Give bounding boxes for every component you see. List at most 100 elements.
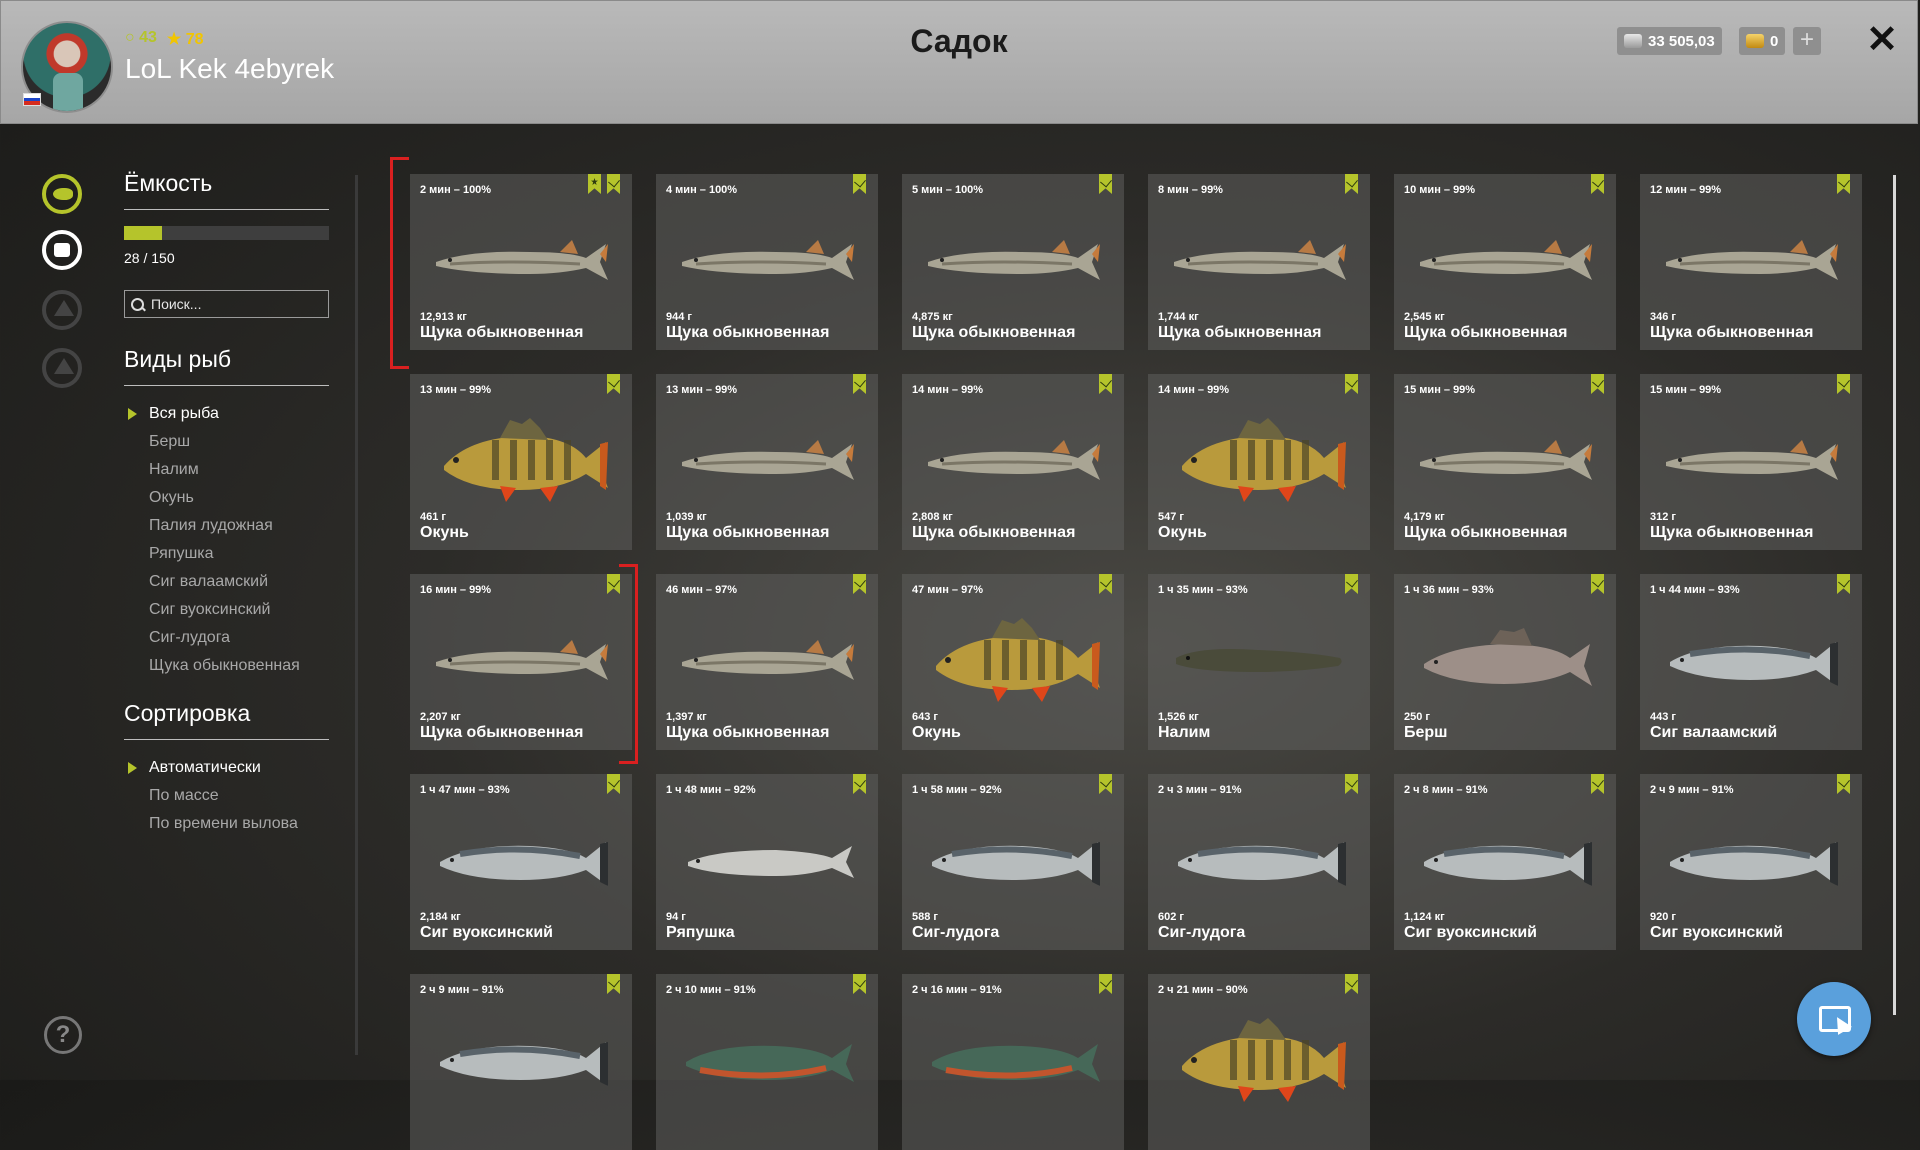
bookmark-icon[interactable] <box>853 574 866 594</box>
level-value: 43 <box>139 29 157 46</box>
fish-card[interactable]: 14 мин – 99% 547 г Окунь <box>1148 374 1370 550</box>
bookmark-icon[interactable] <box>607 774 620 794</box>
search-box[interactable] <box>124 290 329 318</box>
fish-card[interactable]: 8 мин – 99% 1,744 кг Щука обыкновенная <box>1148 174 1370 350</box>
search-input[interactable] <box>149 295 313 313</box>
fish-card[interactable]: 2 ч 9 мин – 91% 920 г Сиг вуоксинский <box>1640 774 1862 950</box>
species-item[interactable]: Берш <box>124 428 329 456</box>
sorting-item[interactable]: По массе <box>124 782 329 810</box>
fish-card[interactable]: 12 мин – 99% 346 г Щука обыкновенная <box>1640 174 1862 350</box>
star-icon[interactable] <box>588 174 601 194</box>
species-item[interactable]: Сиг валаамский <box>124 568 329 596</box>
fish-card[interactable]: 2 ч 21 мин – 90% <box>1148 974 1370 1150</box>
fish-weight: 94 г <box>666 911 686 923</box>
bookmark-icon[interactable] <box>1345 774 1358 794</box>
species-item[interactable]: Палия лудожная <box>124 512 329 540</box>
fish-card[interactable]: 1 ч 44 мин – 93% 443 г Сиг валаамский <box>1640 574 1862 750</box>
bookmark-icon[interactable] <box>1345 574 1358 594</box>
species-item[interactable]: Сиг-лудога <box>124 624 329 652</box>
catch-time: 2 ч 8 мин – 91% <box>1404 784 1488 796</box>
fish-card[interactable]: 5 мин – 100% 4,875 кг Щука обыкновенная <box>902 174 1124 350</box>
bookmark-icon[interactable] <box>1345 174 1358 194</box>
fish-card[interactable]: 47 мин – 97% 643 г Окунь <box>902 574 1124 750</box>
species-item[interactable]: Налим <box>124 456 329 484</box>
bookmark-icon[interactable] <box>1345 974 1358 994</box>
fish-card[interactable]: 14 мин – 99% 2,808 кг Щука обыкновенная <box>902 374 1124 550</box>
bookmark-icon[interactable] <box>853 374 866 394</box>
bookmark-icon[interactable] <box>1837 774 1850 794</box>
fish-name: Окунь <box>912 724 961 741</box>
bookmark-icon[interactable] <box>1345 374 1358 394</box>
fish-icon[interactable] <box>42 174 82 214</box>
fish-card[interactable]: 16 мин – 99% 2,207 кг Щука обыкновенная <box>410 574 632 750</box>
catch-time: 2 ч 9 мин – 91% <box>1650 784 1734 796</box>
fish-card[interactable]: 46 мин – 97% 1,397 кг Щука обыкновенная <box>656 574 878 750</box>
bookmark-icon[interactable] <box>1099 774 1112 794</box>
species-item[interactable]: Щука обыкновенная <box>124 652 329 680</box>
silver-value: 33 505,03 <box>1648 32 1715 50</box>
fish-card[interactable]: 10 мин – 99% 2,545 кг Щука обыкновенная <box>1394 174 1616 350</box>
fish-card[interactable]: 2 ч 10 мин – 91% <box>656 974 878 1150</box>
fish-card[interactable]: 15 мин – 99% 312 г Щука обыкновенная <box>1640 374 1862 550</box>
fish-card[interactable]: 2 мин – 100% 12,913 кг Щука обыкновенная <box>410 174 632 350</box>
tent-icon[interactable] <box>42 290 82 330</box>
catch-time: 12 мин – 99% <box>1650 184 1722 196</box>
fish-weight: 2,545 кг <box>1404 311 1445 323</box>
sorting-item[interactable]: По времени вылова <box>124 810 329 838</box>
bookmark-icon[interactable] <box>1837 374 1850 394</box>
catch-time: 1 ч 36 мин – 93% <box>1404 584 1494 596</box>
species-item[interactable]: Сиг вуоксинский <box>124 596 329 624</box>
fish-card[interactable]: 2 ч 9 мин – 91% <box>410 974 632 1150</box>
species-item[interactable]: Окунь <box>124 484 329 512</box>
species-item[interactable]: Вся рыба <box>124 400 329 428</box>
catch-time: 2 ч 9 мин – 91% <box>420 984 504 996</box>
fish-weight: 643 г <box>912 711 938 723</box>
fish-weight: 250 г <box>1404 711 1430 723</box>
fish-card[interactable]: 1 ч 35 мин – 93% 1,526 кг Налим <box>1148 574 1370 750</box>
bookmark-icon[interactable] <box>853 174 866 194</box>
bookmark-icon[interactable] <box>607 974 620 994</box>
sorting-item[interactable]: Автоматически <box>124 754 329 782</box>
fish-card[interactable]: 4 мин – 100% 944 г Щука обыкновенная <box>656 174 878 350</box>
player-name: LoL Kek 4ebyrek <box>125 53 335 84</box>
fish-card[interactable]: 1 ч 47 мин – 93% 2,184 кг Сиг вуоксинский <box>410 774 632 950</box>
bookmark-icon[interactable] <box>607 374 620 394</box>
help-icon[interactable]: ? <box>44 1016 82 1054</box>
fish-card[interactable]: 1 ч 48 мин – 92% 94 г Ряпушка <box>656 774 878 950</box>
fish-card[interactable]: 15 мин – 99% 4,179 кг Щука обыкновенная <box>1394 374 1616 550</box>
bookmark-icon[interactable] <box>1591 774 1604 794</box>
fish-weight: 602 г <box>1158 911 1184 923</box>
fish-card[interactable]: 2 ч 16 мин – 91% <box>902 974 1124 1150</box>
fish-weight: 312 г <box>1650 511 1676 523</box>
highlight-bracket-right <box>619 564 638 764</box>
bookmark-icon[interactable] <box>1837 174 1850 194</box>
bookmark-icon[interactable] <box>607 174 620 194</box>
bookmark-icon[interactable] <box>1099 374 1112 394</box>
species-item[interactable]: Ряпушка <box>124 540 329 568</box>
bookmark-icon[interactable] <box>1837 574 1850 594</box>
backpack-icon[interactable] <box>42 230 82 270</box>
fish-weight: 1,526 кг <box>1158 711 1199 723</box>
catch-time: 2 ч 21 мин – 90% <box>1158 984 1248 996</box>
bookmark-icon[interactable] <box>1591 374 1604 394</box>
bookmark-icon[interactable] <box>1591 574 1604 594</box>
home-icon[interactable] <box>42 348 82 388</box>
bookmark-icon[interactable] <box>1099 574 1112 594</box>
fish-card[interactable]: 1 ч 58 мин – 92% 588 г Сиг-лудога <box>902 774 1124 950</box>
close-icon[interactable]: ✕ <box>1863 21 1901 59</box>
fish-card[interactable]: 13 мин – 99% 461 г Окунь <box>410 374 632 550</box>
catch-time: 1 ч 48 мин – 92% <box>666 784 756 796</box>
bookmark-icon[interactable] <box>853 974 866 994</box>
fish-card[interactable]: 2 ч 3 мин – 91% 602 г Сиг-лудога <box>1148 774 1370 950</box>
fish-card[interactable]: 2 ч 8 мин – 91% 1,124 кг Сиг вуоксинский <box>1394 774 1616 950</box>
bookmark-icon[interactable] <box>1099 174 1112 194</box>
bookmark-icon[interactable] <box>1591 174 1604 194</box>
bookmark-icon[interactable] <box>853 774 866 794</box>
bookmark-icon[interactable] <box>1099 974 1112 994</box>
scrollbar[interactable] <box>1893 175 1896 1015</box>
fish-card[interactable]: 1 ч 36 мин – 93% 250 г Берш <box>1394 574 1616 750</box>
cursor-mode-icon[interactable] <box>1797 982 1871 1056</box>
add-gold-button[interactable]: + <box>1793 27 1821 55</box>
capacity-title: Ёмкость <box>124 170 329 210</box>
fish-card[interactable]: 13 мин – 99% 1,039 кг Щука обыкновенная <box>656 374 878 550</box>
